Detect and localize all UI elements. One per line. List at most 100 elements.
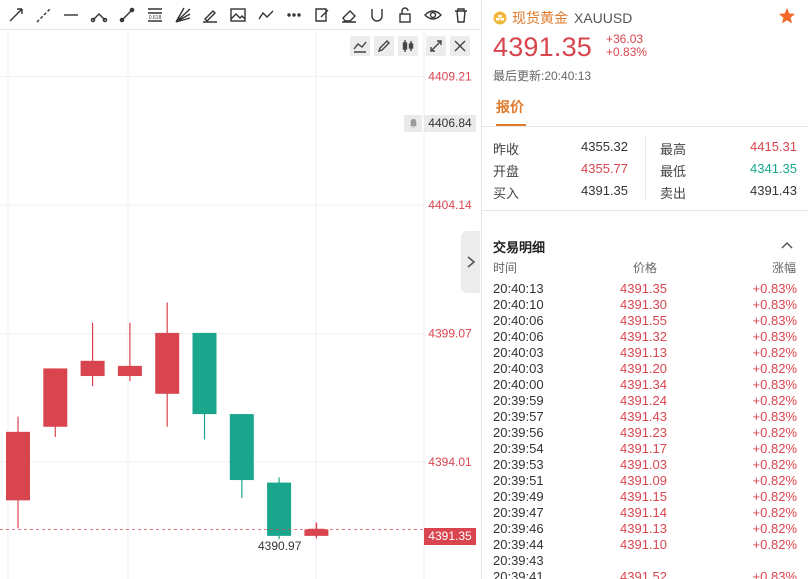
col-change: 涨幅 [771,261,796,275]
trade-price: 4391.13 [620,521,667,536]
ask-value: 4391.43 [750,183,797,198]
magnet-icon[interactable] [363,2,391,28]
draw-pen-icon[interactable] [374,36,394,56]
low-label: 最低 [660,164,687,179]
trades-list[interactable]: 20:40:13 4391.35 +0.83% 20:40:10 4391.30 +0.8… [482,281,808,579]
horizontal-line-icon[interactable] [58,2,86,28]
trade-time: 20:40:00 [493,377,544,392]
trade-row: 20:39:56 4391.23 +0.82% [482,425,808,441]
trade-price: 4391.52 [620,569,667,579]
y-axis-label: 4394.01 [428,455,472,469]
instrument-symbol: XAUUSD [574,10,633,26]
y-axis-label: 4409.21 [428,69,472,83]
more-icon[interactable] [280,2,308,28]
fullscreen-icon[interactable] [426,36,446,56]
quote-panel: 现货黄金 XAUUSD 4391.35 +36.03 +0.83% 最后更新:2… [481,0,808,579]
collapse-button[interactable] [780,238,794,250]
trade-row: 20:40:03 4391.20 +0.82% [482,361,808,377]
y-axis-label: 4399.07 [428,327,472,341]
col-price: 价格 [633,261,658,275]
trade-time: 20:39:51 [493,473,544,488]
instrument-name: 现货黄金 [512,10,568,26]
open-label: 开盘 [493,164,520,179]
polyline-icon[interactable] [252,2,280,28]
trade-time: 20:40:03 [493,361,544,376]
high-value: 4415.31 [750,139,797,154]
trade-row: 20:39:43 [482,553,808,569]
trade-price: 4391.14 [620,505,667,520]
trade-row: 20:40:00 4391.34 +0.83% [482,377,808,393]
prev-close-label: 昨收 [493,142,520,157]
extended-line-icon[interactable] [30,2,58,28]
candlestick-chart[interactable]: 4409.21 4404.14 4399.07 4394.01 4406.84 439… [0,31,480,579]
trade-row: 20:39:57 4391.43 +0.83% [482,409,808,425]
trades-title: 交易明细 [493,240,546,255]
trade-price: 4391.13 [620,345,667,360]
trade-price: 4391.10 [620,537,667,552]
candle-body [117,365,142,377]
trade-time: 20:39:47 [493,505,544,520]
tab-quote[interactable]: 报价 [496,97,524,117]
trade-time: 20:39:56 [493,425,544,440]
trade-change: +0.82% [752,361,797,376]
candle [117,322,142,382]
trade-row: 20:40:10 4391.30 +0.83% [482,297,808,313]
indicator-icon[interactable] [350,36,370,56]
low-value: 4341.35 [750,161,797,176]
trade-row: 20:39:44 4391.10 +0.82% [482,537,808,553]
gold-icon [493,11,507,25]
candle-body [155,332,180,394]
col-time: 时间 [493,261,518,275]
trade-row: 20:40:13 4391.35 +0.83% [482,281,808,297]
trade-row: 20:40:06 4391.32 +0.83% [482,329,808,345]
eraser-icon[interactable] [336,2,364,28]
trade-change: +0.83% [752,377,797,392]
close-icon[interactable] [450,36,470,56]
chevron-right-icon [466,256,475,268]
divider [482,126,808,127]
candle-body [192,332,217,415]
alert-price-tag[interactable]: 4406.84 [424,115,476,132]
trade-row: 20:40:06 4391.55 +0.83% [482,313,808,329]
trade-change: +0.82% [752,425,797,440]
trend-line-icon[interactable] [85,2,113,28]
prev-close-value: 4355.32 [581,139,628,154]
expand-panel-button[interactable] [461,231,480,293]
brush-icon[interactable] [197,2,225,28]
trade-change: +0.82% [752,457,797,472]
bell-icon[interactable] [404,115,422,132]
last-price: 4391.35 [493,32,592,62]
trade-time: 20:40:13 [493,281,544,296]
ray-line-icon[interactable] [2,2,30,28]
favorite-star-icon[interactable] [778,7,796,25]
price-change: +36.03 +0.83% [606,33,647,59]
candle-body [267,482,292,536]
trade-time: 20:39:57 [493,409,544,424]
trade-price: 4391.17 [620,441,667,456]
gann-fan-icon[interactable] [169,2,197,28]
trade-price: 4391.03 [620,457,667,472]
trade-time: 20:39:54 [493,441,544,456]
candle-type-icon[interactable] [398,36,418,56]
segment-icon[interactable] [113,2,141,28]
current-price-tag: 4391.35 [424,528,476,545]
trade-change: +0.82% [752,521,797,536]
trade-price: 4391.09 [620,473,667,488]
trade-time: 20:39:43 [493,553,544,568]
candle-body [80,360,105,377]
fibonacci-icon[interactable]: 0.618 [141,2,169,28]
trade-row: 20:39:53 4391.03 +0.82% [482,457,808,473]
trash-icon[interactable] [447,2,475,28]
lock-icon[interactable] [391,2,419,28]
chart-canvas[interactable]: 4409.21 4404.14 4399.07 4394.01 [0,31,480,579]
trade-change: +0.82% [752,489,797,504]
trade-time: 20:40:10 [493,297,544,312]
change-percent: +0.83% [606,45,648,59]
note-icon[interactable] [308,2,336,28]
trade-row: 20:39:46 4391.13 +0.82% [482,521,808,537]
trade-time: 20:40:06 [493,329,544,344]
trade-row: 20:39:51 4391.09 +0.82% [482,473,808,489]
eye-icon[interactable] [419,2,447,28]
image-icon[interactable] [224,2,252,28]
trade-change: +0.83% [752,313,797,328]
